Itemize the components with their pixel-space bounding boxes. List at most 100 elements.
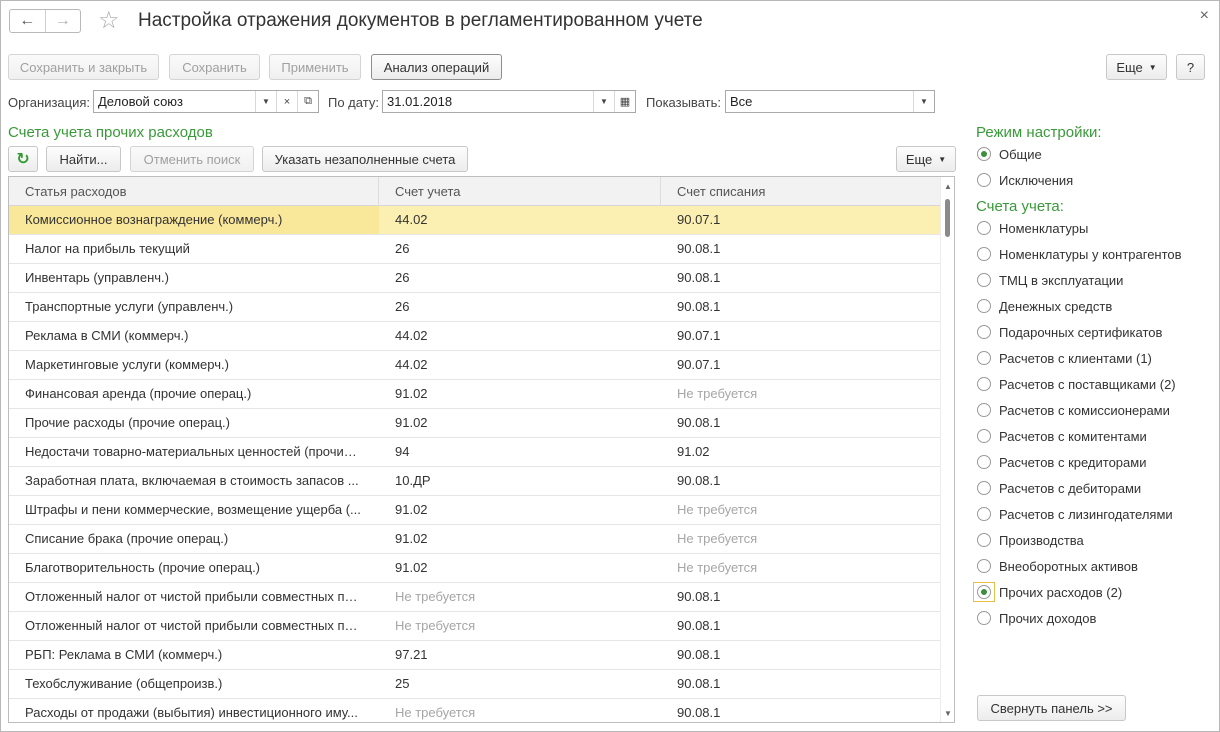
cell-writeoff-account[interactable]: 91.02 [661, 438, 941, 466]
cell-writeoff-account[interactable]: 90.07.1 [661, 206, 941, 234]
cell-expense-item[interactable]: Списание брака (прочие операц.) [9, 525, 379, 553]
table-row[interactable]: Недостачи товарно-материальных ценностей… [9, 438, 941, 467]
cancel-search-button[interactable]: Отменить поиск [130, 146, 254, 172]
find-button[interactable]: Найти... [46, 146, 121, 172]
cell-account[interactable]: 26 [379, 235, 661, 263]
cell-writeoff-account[interactable]: 90.08.1 [661, 235, 941, 263]
cell-expense-item[interactable]: Отложенный налог от чистой прибыли совме… [9, 612, 379, 640]
cell-account[interactable]: 10.ДР [379, 467, 661, 495]
table-row[interactable]: Транспортные услуги (управленч.) 26 90.08.… [9, 293, 941, 322]
cell-expense-item[interactable]: Заработная плата, включаемая в стоимость… [9, 467, 379, 495]
scroll-thumb[interactable] [945, 199, 950, 237]
cell-expense-item[interactable]: Благотворительность (прочие операц.) [9, 554, 379, 582]
cell-writeoff-account[interactable]: 90.08.1 [661, 583, 941, 611]
cell-expense-item[interactable]: Финансовая аренда (прочие операц.) [9, 380, 379, 408]
cell-expense-item[interactable]: Техобслуживание (общепроизв.) [9, 670, 379, 698]
dropdown-icon[interactable]: ▼ [255, 91, 276, 112]
table-row[interactable]: Списание брака (прочие операц.) 91.02 Не т… [9, 525, 941, 554]
account-option[interactable]: ТМЦ в эксплуатации [977, 271, 1123, 289]
cell-expense-item[interactable]: Налог на прибыль текущий [9, 235, 379, 263]
cell-account[interactable]: Не требуется [379, 583, 661, 611]
table-row[interactable]: Отложенный налог от чистой прибыли совме… [9, 612, 941, 641]
cell-expense-item[interactable]: Инвентарь (управленч.) [9, 264, 379, 292]
table-more-button[interactable]: Еще ▼ [896, 146, 956, 172]
more-menu-button[interactable]: Еще ▼ [1106, 54, 1167, 80]
radio-button-icon[interactable] [977, 507, 991, 521]
radio-button-icon[interactable] [977, 273, 991, 287]
radio-button-icon[interactable] [977, 351, 991, 365]
cell-writeoff-account[interactable]: 90.08.1 [661, 264, 941, 292]
radio-button-icon[interactable] [977, 147, 991, 161]
save-button[interactable]: Сохранить [169, 54, 260, 80]
account-option[interactable]: Прочих доходов [977, 609, 1096, 627]
scroll-down-icon[interactable]: ▼ [941, 706, 954, 720]
cell-account[interactable]: 91.02 [379, 380, 661, 408]
dropdown-icon[interactable]: ▼ [593, 91, 614, 112]
mode-option[interactable]: Исключения [977, 171, 1073, 189]
table-row[interactable]: Реклама в СМИ (коммерч.) 44.02 90.07.1 [9, 322, 941, 351]
clear-icon[interactable]: × [276, 91, 297, 112]
collapse-panel-button[interactable]: Свернуть панель >> [977, 695, 1126, 721]
cell-expense-item[interactable]: Комиссионное вознаграждение (коммерч.) [9, 206, 379, 234]
back-arrow-icon[interactable]: ← [10, 10, 45, 32]
help-button[interactable]: ? [1176, 54, 1205, 80]
cell-expense-item[interactable]: Реклама в СМИ (коммерч.) [9, 322, 379, 350]
cell-writeoff-account[interactable]: 90.08.1 [661, 612, 941, 640]
table-row[interactable]: Маркетинговые услуги (коммерч.) 44.02 90.0… [9, 351, 941, 380]
table-row[interactable]: Расходы от продажи (выбытия) инвестицион… [9, 699, 941, 722]
cell-expense-item[interactable]: Штрафы и пени коммерческие, возмещение у… [9, 496, 379, 524]
radio-button-icon[interactable] [977, 533, 991, 547]
cell-expense-item[interactable]: Транспортные услуги (управленч.) [9, 293, 379, 321]
cell-writeoff-account[interactable]: 90.07.1 [661, 322, 941, 350]
cell-account[interactable]: 44.02 [379, 322, 661, 350]
radio-button-icon[interactable] [977, 455, 991, 469]
cell-writeoff-account[interactable]: Не требуется [661, 554, 941, 582]
radio-button-icon[interactable] [977, 173, 991, 187]
cell-expense-item[interactable]: Прочие расходы (прочие операц.) [9, 409, 379, 437]
account-option[interactable]: Производства [977, 531, 1084, 549]
cell-expense-item[interactable]: Недостачи товарно-материальных ценностей… [9, 438, 379, 466]
radio-button-icon[interactable] [977, 403, 991, 417]
table-row[interactable]: Благотворительность (прочие операц.) 91.0… [9, 554, 941, 583]
table-row[interactable]: Налог на прибыль текущий 26 90.08.1 [9, 235, 941, 264]
table-row[interactable]: Заработная плата, включаемая в стоимость… [9, 467, 941, 496]
cell-account[interactable]: 91.02 [379, 496, 661, 524]
radio-button-icon[interactable] [977, 481, 991, 495]
table-row[interactable]: Отложенный налог от чистой прибыли совме… [9, 583, 941, 612]
cell-account[interactable]: 44.02 [379, 351, 661, 379]
radio-button-icon[interactable] [977, 429, 991, 443]
account-option[interactable]: Расчетов с клиентами (1) [977, 349, 1152, 367]
cell-writeoff-account[interactable]: 90.08.1 [661, 670, 941, 698]
refresh-button[interactable]: ↻ [8, 146, 38, 172]
account-option[interactable]: Расчетов с лизингодателями [977, 505, 1173, 523]
cell-expense-item[interactable]: РБП: Реклама в СМИ (коммерч.) [9, 641, 379, 669]
vertical-scrollbar[interactable]: ▲ ▼ [940, 177, 954, 722]
column-header-writeoff-account[interactable]: Счет списания [661, 177, 941, 206]
cell-writeoff-account[interactable]: 90.08.1 [661, 293, 941, 321]
cell-writeoff-account[interactable]: 90.08.1 [661, 699, 941, 722]
cell-account[interactable]: 91.02 [379, 409, 661, 437]
account-option[interactable]: Номенклатуры [977, 219, 1088, 237]
dropdown-icon[interactable]: ▼ [913, 91, 934, 112]
cell-expense-item[interactable]: Отложенный налог от чистой прибыли совме… [9, 583, 379, 611]
cell-writeoff-account[interactable]: 90.07.1 [661, 351, 941, 379]
organization-field[interactable]: Деловой союз ▼ × ⧉ [93, 90, 319, 113]
cell-account[interactable]: 94 [379, 438, 661, 466]
cell-account[interactable]: Не требуется [379, 699, 661, 722]
cell-account[interactable]: 91.02 [379, 525, 661, 553]
table-row[interactable]: Прочие расходы (прочие операц.) 91.02 90.0… [9, 409, 941, 438]
cell-writeoff-account[interactable]: 90.08.1 [661, 641, 941, 669]
fill-empty-accounts-button[interactable]: Указать незаполненные счета [262, 146, 468, 172]
account-option[interactable]: Расчетов с комитентами [977, 427, 1147, 445]
open-icon[interactable]: ⧉ [297, 91, 318, 112]
cell-writeoff-account[interactable]: Не требуется [661, 380, 941, 408]
save-and-close-button[interactable]: Сохранить и закрыть [8, 54, 159, 80]
account-option[interactable]: Внеоборотных активов [977, 557, 1138, 575]
cell-expense-item[interactable]: Маркетинговые услуги (коммерч.) [9, 351, 379, 379]
favorite-star-icon[interactable]: ☆ [98, 7, 120, 35]
account-option[interactable]: Денежных средств [977, 297, 1112, 315]
cell-writeoff-account[interactable]: Не требуется [661, 496, 941, 524]
close-icon[interactable]: × [1200, 7, 1209, 25]
radio-button-icon[interactable] [977, 299, 991, 313]
mode-option[interactable]: Общие [977, 145, 1042, 163]
